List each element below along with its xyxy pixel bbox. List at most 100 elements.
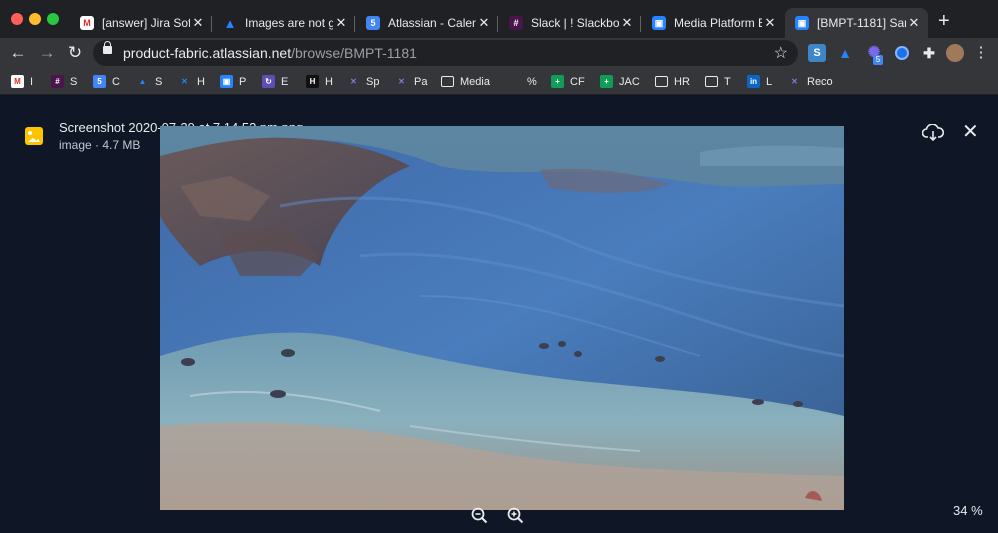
close-icon[interactable]: ✕ <box>190 15 206 31</box>
bookmarks-bar: MI # S 5C ▲ S ✕ H ▣ P ↻ E HH ✕ Sp ✕ Pa Media % … <box>0 69 998 95</box>
extension-badge: 5 <box>873 55 883 65</box>
tab-label: Images are not ge <box>245 16 333 30</box>
sheets-icon: + <box>551 75 564 88</box>
bookmark-label: H <box>325 75 333 88</box>
slack-icon: # <box>509 16 523 30</box>
h-icon: H <box>306 75 319 88</box>
back-arrow-icon[interactable]: ← <box>7 42 29 64</box>
close-icon[interactable]: ✕ <box>333 15 349 31</box>
window-close-button[interactable] <box>11 13 23 25</box>
bookmark-item[interactable]: in L <box>747 73 772 90</box>
bookmark-item[interactable]: ↻ E <box>262 73 288 90</box>
download-icon[interactable] <box>922 124 944 142</box>
bookmark-label: L <box>766 75 773 88</box>
close-viewer-icon[interactable]: ✕ <box>962 122 979 142</box>
bookmark-label: Sp <box>366 75 380 88</box>
media-icon: ▣ <box>795 16 809 30</box>
bookmark-label: JAC <box>619 75 640 88</box>
image-file-icon <box>25 127 43 145</box>
media-icon: ▣ <box>652 16 666 30</box>
tab-1[interactable]: M [answer] Jira Soft ✕ <box>70 8 212 38</box>
folder-icon <box>441 76 454 87</box>
bookmark-label: S <box>155 75 163 88</box>
record-extension-icon[interactable] <box>893 44 911 62</box>
address-bar[interactable]: product-fabric.atlassian.net/browse/BMPT… <box>93 40 798 66</box>
new-tab-button[interactable]: + <box>938 10 950 32</box>
tab-separator <box>497 16 498 32</box>
browser-toolbar: ← → ↻ product-fabric.atlassian.net/brows… <box>0 38 998 69</box>
bookmark-item[interactable]: + JAC <box>600 73 640 90</box>
image-preview[interactable] <box>160 126 844 510</box>
file-meta: image · 4.7 MB <box>59 138 141 152</box>
bookmark-item[interactable]: ✕ Reco <box>788 73 833 90</box>
tab-strip: M [answer] Jira Soft ✕ ▲ Images are not … <box>0 0 998 38</box>
puzzle-extensions-icon[interactable]: ✚ <box>920 44 938 62</box>
bookmark-item[interactable]: ▲ S <box>136 73 163 90</box>
url-text: product-fabric.atlassian.net/browse/BMPT… <box>123 45 417 61</box>
linkedin-icon: in <box>747 75 760 88</box>
tab-label: Atlassian - Calend <box>388 16 476 30</box>
bookmark-star-icon[interactable]: ☆ <box>774 43 788 63</box>
zoom-in-icon[interactable] <box>507 507 524 524</box>
bookmark-label: H <box>197 75 205 88</box>
bookmark-label: T <box>724 75 731 88</box>
confluence-icon: ✕ <box>181 77 188 86</box>
bookmark-item[interactable]: HH <box>306 73 333 90</box>
folder-icon <box>655 76 668 87</box>
tab-5[interactable]: ▣ Media Platform B ✕ <box>642 8 784 38</box>
zoom-level: 34 % <box>953 503 983 518</box>
confluence-icon: ✕ <box>398 77 405 86</box>
atlassian-icon: ▲ <box>138 77 147 86</box>
bookmark-label: I <box>30 75 34 88</box>
tab-label: Slack | ! Slackbot <box>531 16 619 30</box>
bookmark-label: Reco <box>807 75 833 88</box>
calendar-icon: 5 <box>366 16 380 30</box>
bookmark-label: HR <box>674 75 690 88</box>
close-icon[interactable]: ✕ <box>762 15 778 31</box>
tab-6-active[interactable]: ▣ [BMPT-1181] Sam ✕ <box>785 8 928 38</box>
bookmark-label: CF <box>570 75 585 88</box>
s-extension-icon[interactable]: S <box>808 44 826 62</box>
more-menu-icon[interactable]: ⋮ <box>970 42 992 64</box>
confluence-icon: ✕ <box>791 77 798 86</box>
bookmark-label: Pa <box>414 75 428 88</box>
bookmark-folder[interactable]: Media <box>441 73 490 90</box>
bookmark-item[interactable]: ✕ Pa <box>395 73 427 90</box>
bookmark-item[interactable]: MI <box>11 73 33 90</box>
bookmark-item[interactable]: ✕ Sp <box>347 73 379 90</box>
bookmark-item[interactable]: 5C <box>93 73 120 90</box>
bookmark-item[interactable]: % <box>527 73 537 90</box>
bookmark-folder[interactable]: HR <box>655 73 690 90</box>
forward-arrow-icon[interactable]: → <box>36 42 58 64</box>
confluence-icon: ✕ <box>350 77 357 86</box>
close-icon[interactable]: ✕ <box>906 15 922 31</box>
tab-2[interactable]: ▲ Images are not ge ✕ <box>213 8 355 38</box>
atlassian-extension-icon[interactable]: ▲ <box>836 44 854 62</box>
close-icon[interactable]: ✕ <box>619 15 635 31</box>
bookmark-item[interactable]: + CF <box>551 73 585 90</box>
crater-image <box>160 126 844 510</box>
bookmark-label: Media <box>460 75 490 88</box>
bookmark-label: E <box>281 75 289 88</box>
gmail-icon: M <box>80 16 94 30</box>
bookmark-item[interactable]: ▣ P <box>220 73 246 90</box>
tab-3[interactable]: 5 Atlassian - Calend ✕ <box>356 8 498 38</box>
bookmark-label: C <box>112 75 120 88</box>
tab-label: [answer] Jira Soft <box>102 16 190 30</box>
avatar[interactable] <box>946 44 964 62</box>
gmail-icon: M <box>11 75 24 88</box>
reload-icon[interactable]: ↻ <box>64 42 86 64</box>
bookmark-folder[interactable]: T <box>705 73 731 90</box>
bookmark-label: S <box>70 75 78 88</box>
bookmark-item[interactable]: # S <box>51 73 77 90</box>
tab-4[interactable]: # Slack | ! Slackbot ✕ <box>499 8 641 38</box>
close-icon[interactable]: ✕ <box>476 15 492 31</box>
lock-icon <box>103 41 112 54</box>
window-minimize-button[interactable] <box>29 13 41 25</box>
refresh-icon: ↻ <box>262 75 275 88</box>
bookmark-item[interactable]: ✕ H <box>178 73 205 90</box>
sheets-icon: + <box>600 75 613 88</box>
tab-label: Media Platform B <box>674 16 762 30</box>
window-maximize-button[interactable] <box>47 13 59 25</box>
zoom-out-icon[interactable] <box>471 507 488 524</box>
